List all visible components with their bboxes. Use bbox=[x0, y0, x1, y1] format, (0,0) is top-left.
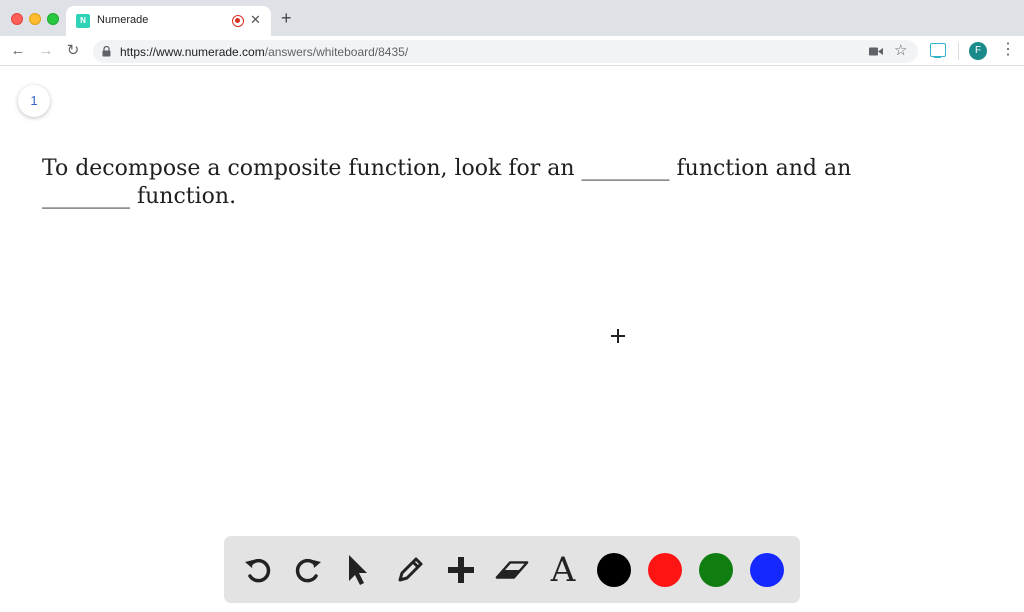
window-minimize-button[interactable] bbox=[29, 13, 41, 25]
page-number-badge[interactable]: 1 bbox=[18, 85, 50, 117]
numerade-favicon-icon: N bbox=[76, 14, 90, 28]
lock-icon bbox=[102, 46, 111, 57]
address-bar[interactable]: https://www.numerade.com/answers/whitebo… bbox=[93, 40, 918, 63]
tool-palette: A bbox=[224, 536, 800, 603]
plus-icon[interactable] bbox=[443, 552, 479, 588]
color-swatch-red[interactable] bbox=[648, 553, 682, 587]
pencil-icon[interactable] bbox=[392, 552, 428, 588]
recording-icon bbox=[232, 15, 244, 27]
new-tab-button[interactable]: + bbox=[281, 8, 292, 28]
url-host: https://www.numerade.com bbox=[120, 45, 265, 59]
reload-button[interactable]: ↻ bbox=[63, 41, 83, 61]
undo-icon[interactable] bbox=[240, 552, 276, 588]
question-text: To decompose a composite function, look … bbox=[42, 156, 852, 209]
toolbar-divider bbox=[958, 42, 959, 60]
extension-icon[interactable] bbox=[930, 43, 946, 58]
browser-menu-icon[interactable]: ⋮ bbox=[1000, 40, 1016, 60]
text-icon[interactable]: A bbox=[545, 550, 581, 590]
redo-icon[interactable] bbox=[290, 552, 326, 588]
color-swatch-black[interactable] bbox=[597, 553, 631, 587]
browser-tab[interactable]: N Numerade ✕ bbox=[66, 6, 271, 36]
tab-title: Numerade bbox=[97, 14, 149, 26]
color-swatch-green[interactable] bbox=[699, 553, 733, 587]
bookmark-star-icon[interactable]: ☆ bbox=[894, 41, 907, 61]
url-text[interactable]: https://www.numerade.com/answers/whitebo… bbox=[120, 45, 408, 59]
eraser-icon[interactable] bbox=[494, 552, 530, 588]
forward-button[interactable]: → bbox=[36, 41, 56, 61]
pointer-icon[interactable] bbox=[340, 552, 376, 588]
tab-strip: N Numerade ✕ + bbox=[0, 0, 1024, 36]
camera-icon[interactable] bbox=[869, 46, 883, 57]
profile-avatar[interactable]: F bbox=[969, 42, 987, 60]
window-zoom-button[interactable] bbox=[47, 13, 59, 25]
tab-close-icon[interactable]: ✕ bbox=[250, 12, 261, 28]
url-path: /answers/whiteboard/8435/ bbox=[264, 45, 409, 59]
back-button[interactable]: ← bbox=[8, 41, 28, 61]
crosshair-cursor-icon bbox=[611, 329, 625, 343]
browser-toolbar: ← → ↻ https://www.numerade.com/answers/w… bbox=[0, 36, 1024, 66]
whiteboard-canvas[interactable]: 1 To decompose a composite function, loo… bbox=[0, 67, 1024, 612]
window-close-button[interactable] bbox=[11, 13, 23, 25]
color-swatch-blue[interactable] bbox=[750, 553, 784, 587]
